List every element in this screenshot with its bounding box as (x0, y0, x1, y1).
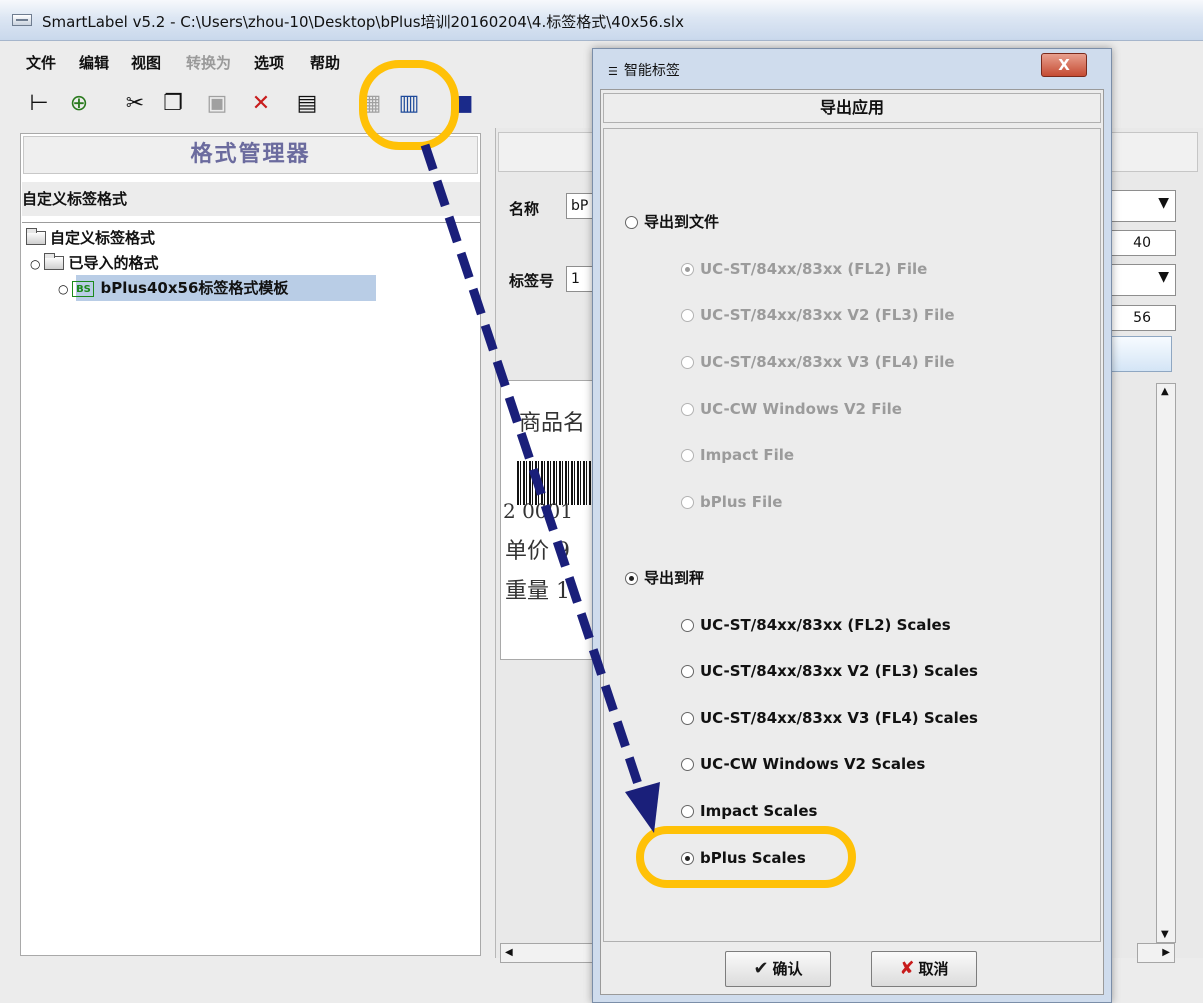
arrow-line (420, 143, 645, 792)
annotation-arrow (420, 143, 660, 833)
arrow-head (625, 782, 660, 833)
